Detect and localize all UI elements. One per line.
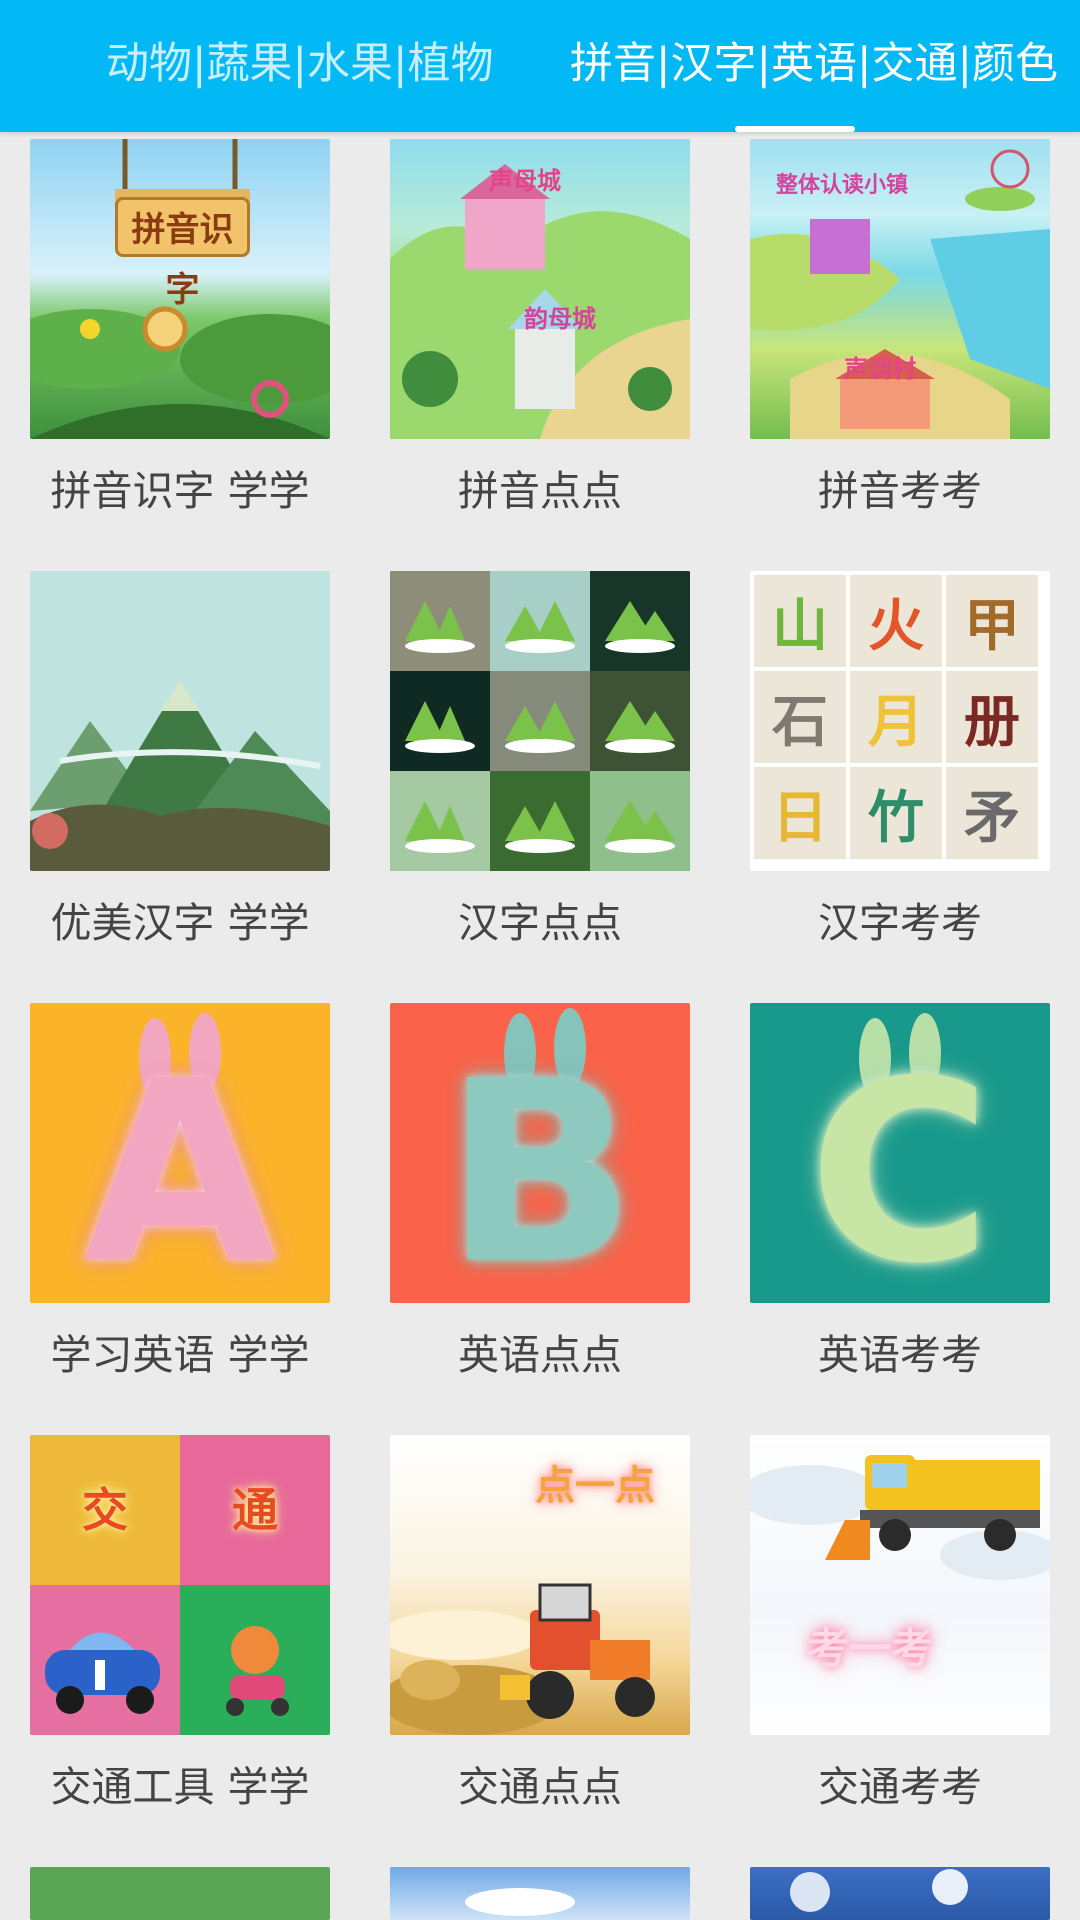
fluffy-letter-a-image: A (30, 1003, 330, 1303)
snowplow-truck-illustration (750, 1455, 1050, 1580)
snowplow-truck-image: 考一考 (750, 1435, 1050, 1735)
grid-item-label: 英语考考 (818, 1331, 982, 1379)
char-tile: 矛 (946, 767, 1038, 859)
grid-item-label: 交通考考 (818, 1763, 982, 1811)
green-image (30, 1867, 330, 1920)
fluffy-letter: C (808, 1027, 992, 1303)
active-tab-indicator (735, 126, 855, 132)
char-tile: 石 (754, 671, 846, 763)
fluffy-letter-b-image: B (390, 1003, 690, 1303)
mountain-tiles-illustration (390, 571, 690, 871)
pinyin-study-image: 拼音识字 (30, 139, 330, 439)
grid-item-label: 优美汉字 学学 (50, 899, 310, 947)
grid-item-label: 交通工具 学学 (50, 1763, 310, 1811)
traffic-tiles-image: 交 通 (30, 1435, 330, 1735)
char-tile: 山 (754, 575, 846, 667)
grid-item-label: 拼音点点 (458, 467, 622, 515)
mountain-tiles-image (390, 571, 690, 871)
map-sign-whole-syllable-town: 整体认读小镇 (775, 173, 908, 198)
char-tile: 日 (754, 767, 846, 859)
grid-item-label: 汉字点点 (458, 899, 622, 947)
quiz-banner: 考一考 (806, 1624, 933, 1673)
tap-banner: 点一点 (535, 1463, 655, 1509)
sky-image (390, 1867, 690, 1920)
grid-item-label: 英语点点 (458, 1331, 622, 1379)
char-tile: 册 (946, 671, 1038, 763)
mountains-illustration (30, 681, 330, 871)
char-tile: 甲 (946, 575, 1038, 667)
char-tile: 火 (850, 575, 942, 667)
blue-tree-image (750, 1867, 1050, 1920)
map-sign-vowel-city: 韵母城 (524, 305, 596, 333)
pinyin-quiz-map-image: 整体认读小镇 声调村 (750, 139, 1050, 439)
toy-car-icon (45, 1626, 289, 1716)
mountains-image (30, 571, 330, 871)
fluffy-letter: B (444, 1027, 636, 1303)
cloud-icon (465, 1888, 575, 1916)
tractor-image: 点一点 (390, 1435, 690, 1735)
grid-item-label: 学习英语 学学 (50, 1331, 310, 1379)
grid-item-label: 交通点点 (458, 1763, 622, 1811)
char-tile: 月 (850, 671, 942, 763)
grid-item-label: 汉字考考 (818, 899, 982, 947)
tab-animals-vegetables-fruits-plants[interactable]: 动物|蔬果|水果|植物 (106, 34, 493, 94)
grid-item-label: 拼音识字 学学 (50, 467, 310, 515)
character-tiles-image: 山 火 甲 石 月 册 日 竹 矛 (750, 571, 1050, 871)
pinyin-map-image: 声母城 韵母城 (390, 139, 690, 439)
map-sign-consonant-city: 声母城 (489, 167, 561, 195)
fluffy-letter: A (83, 1027, 277, 1303)
blossom-icon (790, 1869, 968, 1912)
map-sign-tone-village: 声调村 (844, 355, 916, 383)
grid-item-label: 拼音考考 (818, 467, 982, 515)
fluffy-letter-c-image: C (750, 1003, 1050, 1303)
pinyin-study-sign: 拼音识字 (115, 197, 250, 310)
tab-pinyin-characters-english-traffic-colors[interactable]: 拼音|汉字|英语|交通|颜色 (570, 34, 1058, 94)
char-tile: 竹 (850, 767, 942, 859)
top-tab-bar: 动物|蔬果|水果|植物 拼音|汉字|英语|交通|颜色 (0, 0, 1080, 132)
